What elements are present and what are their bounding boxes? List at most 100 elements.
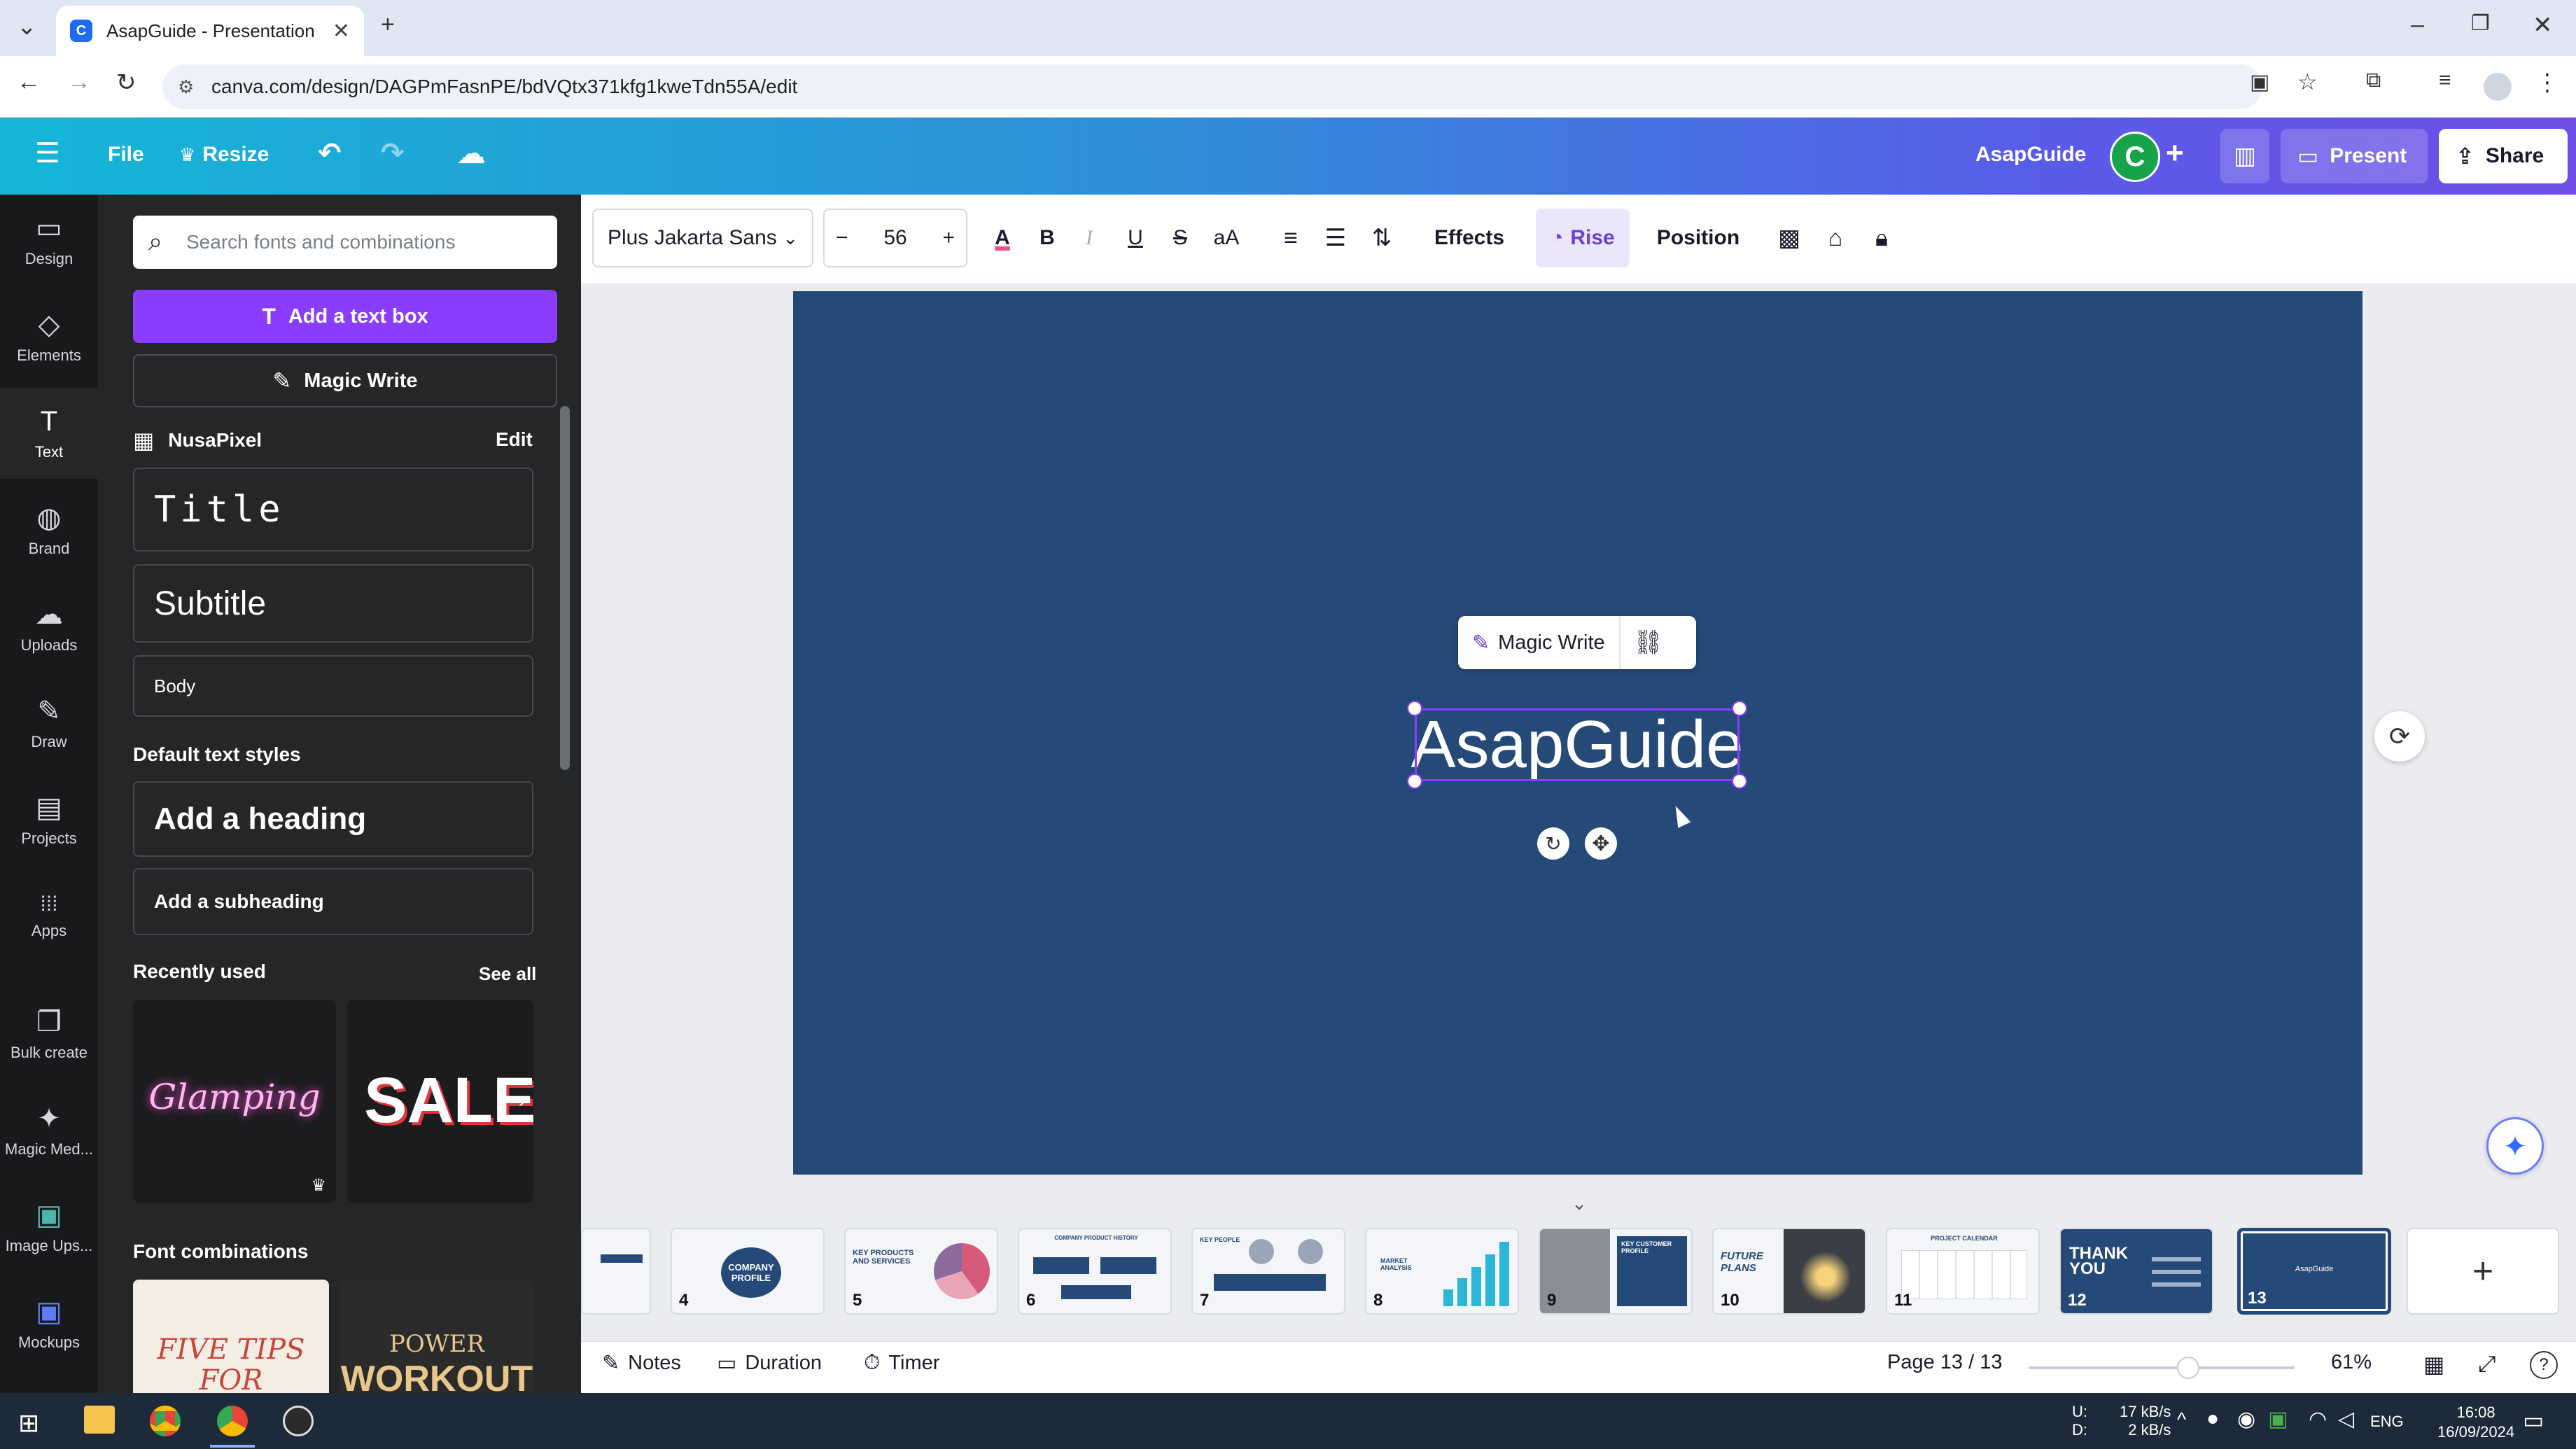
list-icon[interactable]: ☰ [1316,209,1355,267]
bookmark-star-icon[interactable]: ☆ [2297,69,2318,95]
main-menu-icon[interactable]: ☰ [35,137,60,169]
font-size-value[interactable]: 56 [883,226,906,250]
page-indicator[interactable]: Page 13 / 13 [1887,1351,2002,1374]
body-style-card[interactable]: Body [133,655,533,717]
browser-menu-icon[interactable]: ⋮ [2535,69,2559,97]
chevron-right-icon[interactable]: › [519,1086,526,1114]
panel-scrollbar[interactable] [560,406,570,770]
spacing-icon[interactable]: ⇅ [1362,209,1401,267]
rotate-handle-icon[interactable]: ↻ [1537,827,1569,860]
volume-icon[interactable]: ◁ [2338,1407,2354,1432]
slide-thumb-3-partial[interactable] [581,1228,651,1315]
tray-app-green-icon[interactable]: ▣ [2268,1407,2288,1432]
increase-size-icon[interactable]: + [942,226,955,250]
bold-icon[interactable]: B [1028,209,1067,267]
obs-icon[interactable] [283,1406,314,1436]
slide-thumb-8[interactable]: MARKET ANALYSIS 8 [1365,1228,1519,1315]
resize-handle-bl[interactable] [1407,774,1422,789]
language-indicator[interactable]: ENG [2370,1413,2404,1431]
font-search-input[interactable]: ⌕ Search fonts and combinations [133,216,557,269]
tray-app-icon[interactable]: ◉ [2237,1407,2255,1432]
microphone-icon[interactable]: ● [2206,1407,2219,1431]
resize-handle-tr[interactable] [1732,701,1747,716]
slide-thumb-9[interactable]: KEY CUSTOMER PROFILE 9 [1539,1228,1693,1315]
new-tab-icon[interactable]: + [381,11,395,38]
install-icon[interactable]: ▣ [2250,70,2269,94]
notes-button[interactable]: ✎ Notes [602,1351,681,1376]
extensions-icon[interactable]: ⧉ [2366,69,2381,92]
font-combo-five-tips[interactable]: FIVE TIPS FOR GREAT [133,1280,329,1393]
rail-item-design[interactable]: ▭ Design [0,195,98,286]
notifications-icon[interactable]: ▭ [2523,1407,2544,1434]
rail-item-projects[interactable]: ▤ Projects [0,774,98,865]
undo-icon[interactable]: ↶ [318,137,342,169]
restore-icon[interactable]: ❐ [2471,11,2490,36]
tab-search-icon[interactable]: ⌄ [17,13,37,41]
tray-overflow-icon[interactable]: ^ [2177,1408,2186,1431]
brand-edit-link[interactable]: Edit [496,428,533,451]
rail-item-text[interactable]: T Text [0,388,98,479]
decrease-size-icon[interactable]: − [836,226,848,250]
user-avatar[interactable]: C [2110,132,2160,182]
rail-item-elements[interactable]: ◇ Elements [0,291,98,382]
text-color-icon[interactable]: A [983,209,1022,267]
wifi-icon[interactable]: ◠ [2309,1407,2327,1432]
close-window-icon[interactable]: ✕ [2533,11,2553,39]
align-center-icon[interactable]: ≡ [1271,209,1310,267]
position-button[interactable]: Position [1651,209,1746,267]
title-style-card[interactable]: Title [133,468,533,552]
minimize-icon[interactable]: – [2411,11,2424,38]
link-icon[interactable]: ⛓ [1620,629,1676,657]
rail-item-apps[interactable]: ⁞⁞⁞ Apps [0,871,98,962]
browser-tab-active[interactable]: C AsapGuide - Presentation ✕ [56,6,364,56]
site-info-icon[interactable]: ⚙ [178,76,194,98]
slide-thumb-4[interactable]: COMPANY PROFILE 4 [671,1228,825,1315]
windows-start-icon[interactable]: ⊞ [18,1408,39,1438]
add-collaborator-icon[interactable]: + [2166,136,2184,171]
magic-write-context-button[interactable]: ✎ Magic Write [1458,616,1620,669]
close-tab-icon[interactable]: ✕ [332,19,350,43]
rail-item-bulk-create[interactable]: ❐ Bulk create [0,988,98,1079]
paint-format-icon[interactable]: ⌂ [1816,209,1855,267]
slide-thumb-10[interactable]: FUTURE PLANS 10 [1712,1228,1866,1315]
add-page-button[interactable]: + [2407,1228,2559,1315]
add-subheading-card[interactable]: Add a subheading [133,868,533,935]
slide-thumb-13[interactable]: AsapGuide 13 [2237,1228,2391,1315]
document-title[interactable]: AsapGuide [1975,143,2086,167]
font-family-dropdown[interactable]: Plus Jakarta Sans ⌄ [592,209,813,267]
rail-item-image-upscaler[interactable]: ▣ Image Ups... [0,1182,98,1273]
file-menu[interactable]: File [108,143,144,167]
font-size-stepper[interactable]: − 56 + [823,209,967,267]
clock[interactable]: 16:08 16/09/2024 [2437,1403,2514,1442]
rail-item-mockups[interactable]: ▣ Mockups [0,1278,98,1369]
redo-icon[interactable]: ↷ [381,137,405,169]
duration-button[interactable]: ▭ Duration [717,1351,822,1376]
add-text-box-button[interactable]: T Add a text box [133,290,557,343]
subtitle-style-card[interactable]: Subtitle [133,564,533,643]
timer-button[interactable]: ⏱ Timer [864,1351,939,1375]
recent-template-glamping[interactable]: Glamping ♛ [133,1000,336,1203]
share-button[interactable]: ⇪ Share [2439,129,2568,183]
rail-item-brand[interactable]: ◍ Brand [0,484,98,575]
move-handle-icon[interactable]: ✥ [1585,827,1617,860]
grid-view-icon[interactable]: ▦ [2423,1351,2444,1378]
effects-button[interactable]: Effects [1424,209,1515,267]
add-heading-card[interactable]: Add a heading [133,781,533,857]
reload-icon[interactable]: ↻ [116,69,136,97]
magic-assistant-icon[interactable]: ✦ [2486,1117,2544,1175]
file-explorer-icon[interactable] [84,1406,115,1434]
magic-write-button[interactable]: ✎ Magic Write [133,354,557,407]
zoom-slider-track[interactable] [2029,1357,2295,1379]
back-icon[interactable]: ← [17,69,41,96]
resize-handle-tl[interactable] [1407,701,1422,716]
refresh-comment-icon[interactable]: ⟳ [2374,711,2425,762]
rail-item-uploads[interactable]: ☁ Uploads [0,581,98,672]
slide-thumb-11[interactable]: PROJECT CALENDAR 11 [1886,1228,2040,1315]
resize-handle-br[interactable] [1732,774,1747,789]
slide-thumb-6[interactable]: COMPANY PRODUCT HISTORY 6 [1018,1228,1172,1315]
hide-pages-icon[interactable]: ⌄ [1567,1193,1592,1214]
transparency-icon[interactable]: ▩ [1770,209,1809,267]
letter-case-icon[interactable]: aA [1205,209,1247,267]
zoom-level[interactable]: 61% [2331,1351,2372,1374]
chrome-icon[interactable] [150,1406,181,1436]
